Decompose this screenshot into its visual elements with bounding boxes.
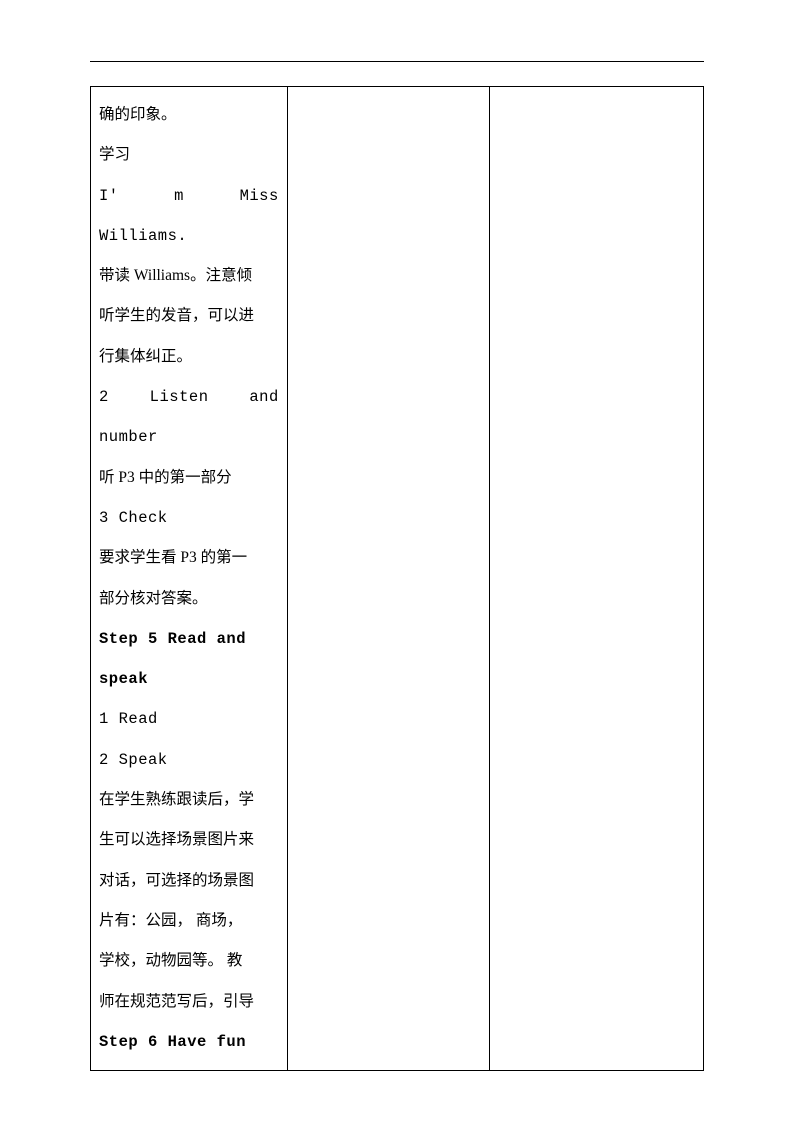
text-line: speak [99,659,279,699]
text-line: 片有：公园， 商场， [99,901,279,941]
cell-1: 确的印象。学习I' m Miss Williams.带读 Williams。注意… [91,87,288,1071]
text-line: 确的印象。 [99,95,279,135]
text-line: 听学生的发音，可以进 [99,296,279,336]
text-line: 部分核对答案。 [99,579,279,619]
page: 确的印象。学习I' m Miss Williams.带读 Williams。注意… [0,0,794,1131]
text-line: 带读 Williams。注意倾 [99,256,279,296]
text-line: 1 Read [99,699,279,739]
text-line: 听 P3 中的第一部分 [99,458,279,498]
cell-3 [490,87,704,1071]
text-line: 在学生熟练跟读后，学 [99,780,279,820]
text-line: Step 6 Have fun [99,1022,279,1062]
text-line: 2 Listen and number [99,377,279,458]
text-line: 生可以选择场景图片来 [99,820,279,860]
text-line: 学校，动物园等。 教 [99,941,279,981]
text-line: 要求学生看 P3 的第一 [99,538,279,578]
text-line: 学习 [99,135,279,175]
text-line: 2 Speak [99,740,279,780]
text-line: 对话，可选择的场景图 [99,861,279,901]
text-line: I' m Miss Williams. [99,176,279,257]
header-rule [90,60,704,62]
text-line: 师在规范范写后，引导 [99,982,279,1022]
text-line: 行集体纠正。 [99,337,279,377]
text-line: 3 Check [99,498,279,538]
table-row: 确的印象。学习I' m Miss Williams.带读 Williams。注意… [91,87,704,1071]
cell-2 [287,87,489,1071]
text-line: Step 5 Read and [99,619,279,659]
content-table: 确的印象。学习I' m Miss Williams.带读 Williams。注意… [90,86,704,1071]
